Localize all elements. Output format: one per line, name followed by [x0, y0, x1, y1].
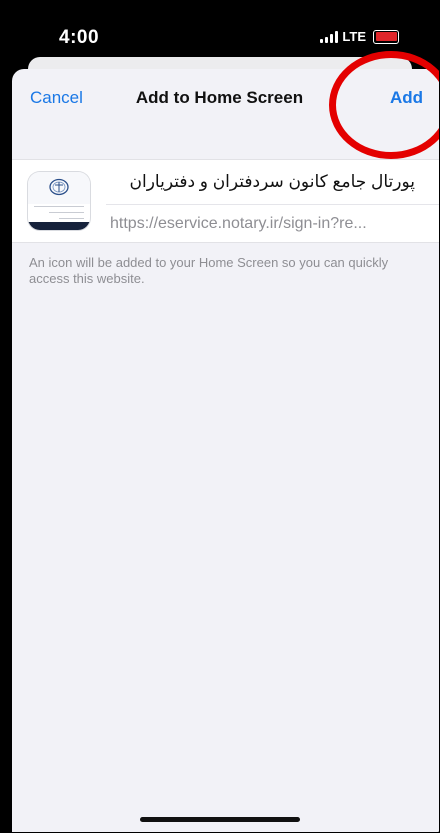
info-note: An icon will be added to your Home Scree…	[29, 255, 389, 286]
status-icons: LTE	[320, 29, 399, 44]
shortcut-name-input[interactable]: پورتال جامع کانون سردفتران و دفترياران	[106, 172, 416, 192]
phone-frame: 4:00 LTE Cancel Add to Home Screen Add پ…	[0, 0, 440, 833]
divider	[106, 204, 439, 205]
sheet-title: Add to Home Screen	[135, 88, 304, 107]
network-label: LTE	[342, 29, 366, 44]
home-indicator[interactable]	[140, 817, 300, 822]
app-icon	[28, 172, 90, 230]
shortcut-url: https://eservice.notary.ir/sign-in?re...	[110, 215, 367, 232]
nav-bar: Cancel Add to Home Screen Add	[12, 69, 439, 129]
status-time: 4:00	[59, 27, 100, 48]
add-button[interactable]: Add	[390, 88, 423, 108]
signal-icon	[320, 30, 339, 43]
battery-icon	[373, 29, 399, 44]
seal-icon	[49, 178, 69, 196]
add-to-home-sheet: Cancel Add to Home Screen Add پورتال جام…	[12, 69, 439, 832]
shortcut-card: پورتال جامع کانون سردفتران و دفترياران h…	[12, 159, 439, 243]
